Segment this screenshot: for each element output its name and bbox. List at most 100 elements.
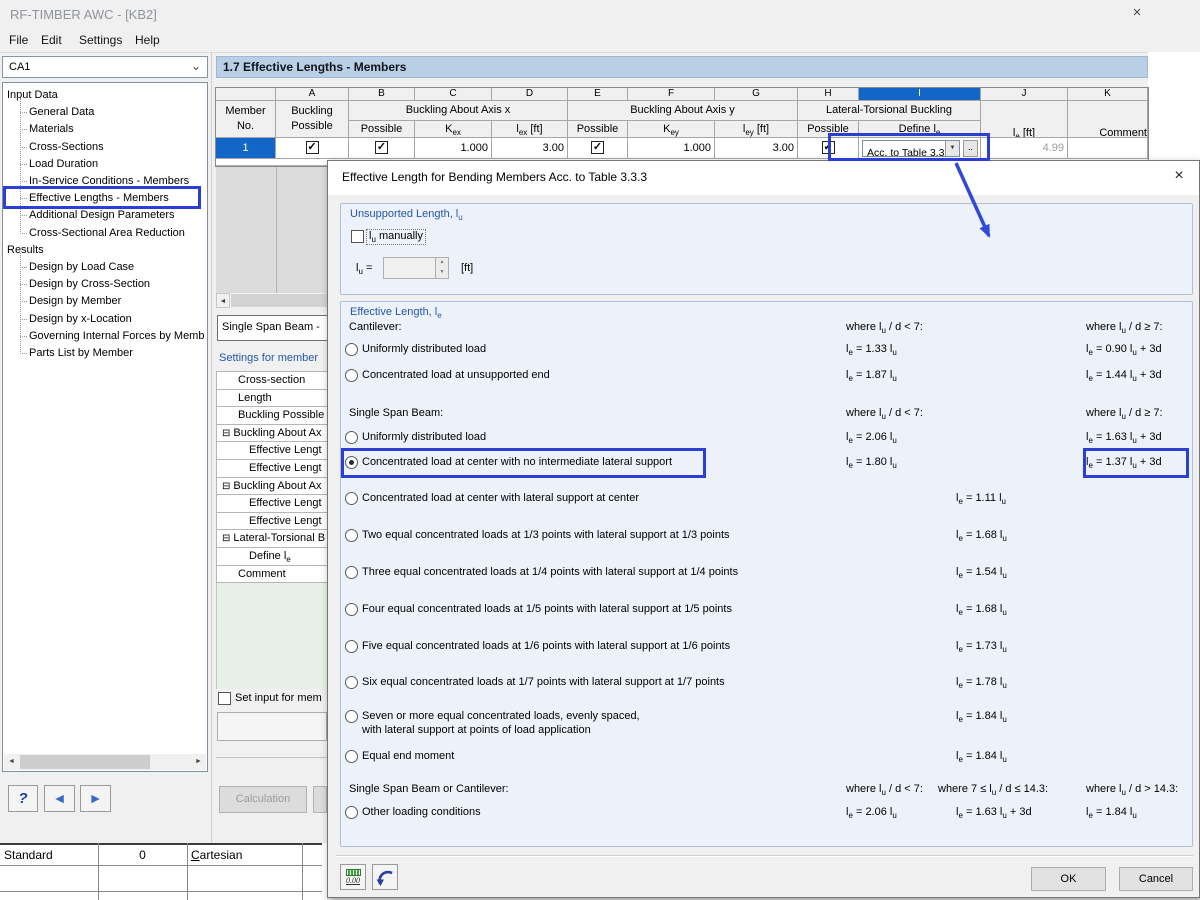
- col-header-A[interactable]: A: [276, 88, 349, 101]
- lu-manually-label[interactable]: lu manually: [366, 228, 426, 246]
- radio-button[interactable]: [345, 529, 358, 542]
- define-le-browse-button[interactable]: ..: [963, 140, 978, 157]
- setting-effective-length[interactable]: Effective Lengt: [217, 442, 330, 460]
- nav-item-cross-sections[interactable]: Cross-Sections: [20, 139, 205, 156]
- scroll-left-icon[interactable]: ◄: [216, 293, 230, 308]
- comment-cell[interactable]: [1068, 138, 1148, 159]
- setting-effective-length[interactable]: Effective Lengt: [217, 495, 330, 513]
- table-horizontal-scrollbar[interactable]: ◄: [216, 293, 330, 308]
- collapse-icon[interactable]: ⊟: [222, 533, 230, 544]
- radio-button[interactable]: [345, 806, 358, 819]
- nav-item-design-by-member[interactable]: Design by Member: [20, 293, 205, 310]
- previous-table-button[interactable]: ◄: [44, 785, 75, 812]
- nav-section-results[interactable]: Results: [7, 242, 205, 259]
- panel-splitter[interactable]: [211, 52, 212, 843]
- nav-section-input-data[interactable]: Input Data: [7, 87, 205, 104]
- radio-button-selected[interactable]: [345, 456, 358, 469]
- checkbox-checked-icon[interactable]: ✓: [591, 141, 604, 154]
- nav-item-cross-sectional-area-reduction[interactable]: Cross-Sectional Area Reduction: [20, 225, 205, 242]
- kex-cell[interactable]: 1.000: [415, 138, 492, 159]
- radio-button[interactable]: [345, 603, 358, 616]
- set-input-checkbox[interactable]: [218, 692, 231, 705]
- close-icon[interactable]: ×: [1126, 4, 1148, 24]
- radio-button[interactable]: [345, 750, 358, 763]
- radio-button[interactable]: [345, 566, 358, 579]
- col-header-D[interactable]: D: [492, 88, 568, 101]
- checkbox-checked-icon[interactable]: ✓: [821, 141, 835, 154]
- lex-cell[interactable]: 3.00: [492, 138, 568, 159]
- radio-button[interactable]: [345, 492, 358, 505]
- case-selector[interactable]: CA1 ⌄: [2, 56, 208, 78]
- lu-spinner-input[interactable]: ▲ ▼: [383, 257, 449, 279]
- col-header-I-selected[interactable]: I: [859, 88, 981, 101]
- setting-buckling-about-y[interactable]: ⊟ Buckling About Ax: [217, 478, 330, 496]
- member-no-cell[interactable]: 1: [216, 138, 276, 159]
- nav-item-in-service-conditions[interactable]: In-Service Conditions - Members: [20, 173, 205, 190]
- scrollbar-thumb[interactable]: [20, 755, 150, 769]
- scrollbar-thumb[interactable]: [231, 294, 330, 307]
- radio-button[interactable]: [345, 676, 358, 689]
- nav-item-design-by-load-case[interactable]: Design by Load Case: [20, 259, 205, 276]
- nav-item-general-data[interactable]: General Data: [20, 104, 205, 121]
- col-header-C[interactable]: C: [415, 88, 492, 101]
- define-le-dropdown[interactable]: Acc. to Table 3.3.3 ▼: [862, 140, 960, 158]
- menu-help[interactable]: Help: [130, 31, 165, 49]
- dropdown-arrow-icon[interactable]: ▼: [945, 141, 959, 156]
- menu-file[interactable]: File: [4, 31, 33, 49]
- define-le-cell[interactable]: Acc. to Table 3.3.3 ▼ ..: [859, 138, 981, 159]
- possible-x-cell[interactable]: ✓: [349, 138, 415, 159]
- col-header-B[interactable]: B: [349, 88, 415, 101]
- nav-item-design-by-x-location[interactable]: Design by x-Location: [20, 311, 205, 328]
- nav-item-parts-list[interactable]: Parts List by Member: [20, 345, 205, 362]
- beam-type-combo[interactable]: Single Span Beam -: [217, 315, 330, 341]
- lu-manually-checkbox[interactable]: [351, 230, 364, 243]
- setting-effective-length[interactable]: Effective Lengt: [217, 513, 330, 531]
- radio-button[interactable]: [345, 369, 358, 382]
- col-header-G[interactable]: G: [715, 88, 798, 101]
- nav-horizontal-scrollbar[interactable]: ◄ ►: [4, 754, 206, 770]
- setting-define-le[interactable]: Define le: [217, 548, 330, 566]
- buckling-possible-cell[interactable]: ✓: [276, 138, 349, 159]
- spin-up-icon[interactable]: ▲: [436, 258, 448, 268]
- setting-length[interactable]: Length: [217, 390, 330, 408]
- col-header-H[interactable]: H: [798, 88, 859, 101]
- chevron-down-icon[interactable]: ⌄: [191, 59, 201, 73]
- next-table-button[interactable]: ►: [80, 785, 111, 812]
- setting-buckling-about-x[interactable]: ⊟ Buckling About Ax: [217, 425, 330, 443]
- setting-cross-section[interactable]: Cross-section: [217, 372, 330, 390]
- dialog-close-icon[interactable]: ×: [1167, 167, 1191, 189]
- possible-ltb-cell[interactable]: ✓: [798, 138, 859, 159]
- key-cell[interactable]: 1.000: [628, 138, 715, 159]
- radio-button[interactable]: [345, 431, 358, 444]
- col-header-F[interactable]: F: [628, 88, 715, 101]
- nav-item-design-by-cross-section[interactable]: Design by Cross-Section: [20, 276, 205, 293]
- nav-item-governing-internal-forces[interactable]: Governing Internal Forces by Membe: [20, 328, 205, 345]
- setting-effective-length[interactable]: Effective Lengt: [217, 460, 330, 478]
- nav-item-effective-lengths[interactable]: Effective Lengths - Members: [20, 190, 205, 207]
- radio-button[interactable]: [345, 710, 358, 723]
- spinner-buttons[interactable]: ▲ ▼: [435, 258, 448, 278]
- ley-cell[interactable]: 3.00: [715, 138, 798, 159]
- menu-settings[interactable]: Settings: [74, 31, 127, 49]
- collapse-icon[interactable]: ⊟: [222, 428, 230, 439]
- radio-button[interactable]: [345, 640, 358, 653]
- col-header-K[interactable]: K: [1068, 88, 1148, 101]
- scroll-left-icon[interactable]: ◄: [4, 754, 19, 770]
- possible-y-cell[interactable]: ✓: [568, 138, 628, 159]
- setting-buckling-possible[interactable]: Buckling Possible: [217, 407, 330, 425]
- checkbox-checked-icon[interactable]: ✓: [305, 141, 319, 154]
- setting-lateral-torsional[interactable]: ⊟ Lateral-Torsional B: [217, 530, 330, 548]
- nav-item-load-duration[interactable]: Load Duration: [20, 156, 205, 173]
- set-input-field[interactable]: [217, 712, 327, 741]
- collapse-icon[interactable]: ⊟: [222, 481, 230, 492]
- col-header-J[interactable]: J: [981, 88, 1068, 101]
- ok-button[interactable]: OK: [1031, 867, 1106, 891]
- apply-arrow-button[interactable]: [372, 864, 398, 890]
- spin-down-icon[interactable]: ▼: [436, 268, 448, 278]
- col-header-E[interactable]: E: [568, 88, 628, 101]
- cancel-button[interactable]: Cancel: [1119, 867, 1193, 891]
- help-button[interactable]: ?: [8, 785, 38, 812]
- setting-comment[interactable]: Comment: [217, 566, 330, 584]
- radio-button[interactable]: [345, 343, 358, 356]
- units-button[interactable]: 0.00: [340, 864, 366, 890]
